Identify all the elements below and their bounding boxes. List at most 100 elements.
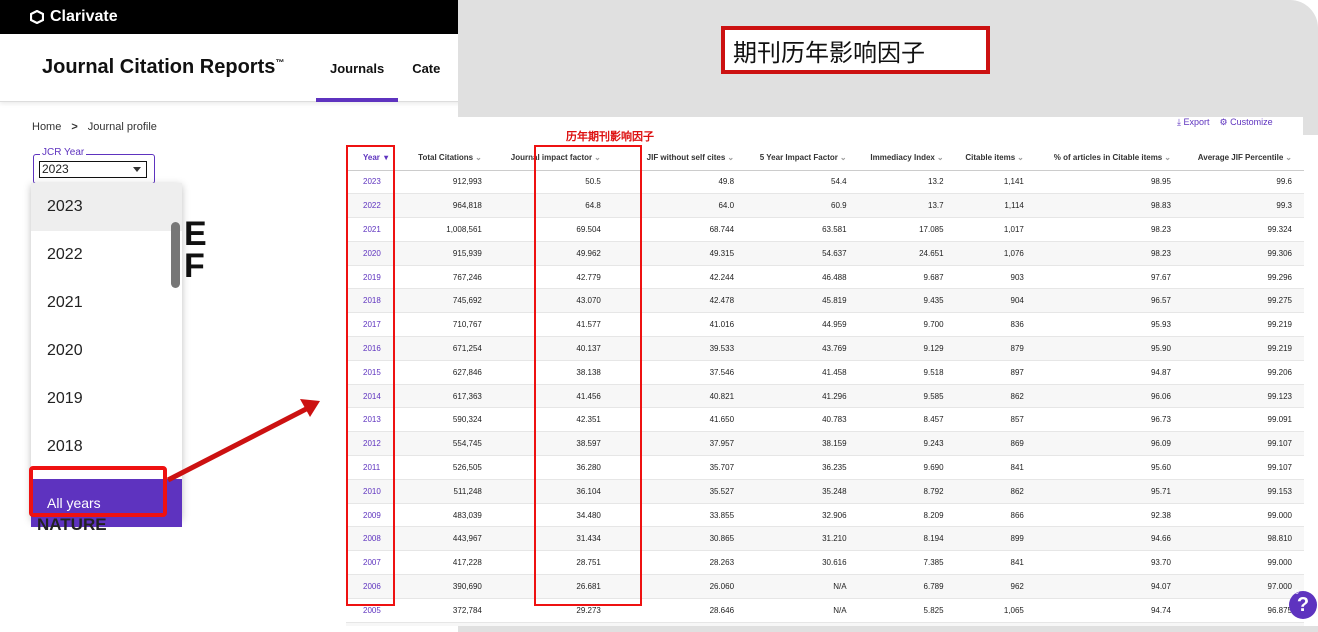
nav-journals[interactable]: Journals (316, 34, 399, 102)
table-cell: 99.3 (1182, 193, 1304, 219)
table-cell: 841 (955, 550, 1036, 576)
table-cell: 60.9 (746, 193, 859, 219)
table-cell: 94.66 (1035, 526, 1183, 552)
table-row: 2011 526,505 36.280 35.707 36.235 9.690 841 95.… (346, 455, 1304, 480)
table-cell: 9.243 (858, 431, 956, 457)
nav-categories[interactable]: Cate (398, 34, 454, 102)
table-cell: 9.435 (858, 288, 956, 314)
table-row: 2023 912,993 50.5 49.8 54.4 13.2 1,141 98.95 99.… (346, 170, 1304, 195)
table-cell: 95.90 (1035, 336, 1183, 361)
table-cell: 99.219 (1182, 336, 1304, 361)
jcr-year-select[interactable]: JCR Year 2023 (33, 147, 155, 184)
col-header-5yr-jif[interactable]: 5 Year Impact Factor ⌄ (746, 145, 859, 171)
col-header-avg-jif-pct[interactable]: Average JIF Percentile ⌄ (1182, 145, 1304, 171)
callout-title: 期刊历年影响因子 (721, 26, 990, 74)
table-cell: N/A (746, 622, 859, 626)
selected-year: 2023 (42, 162, 69, 176)
dropdown-scrollbar[interactable] (171, 222, 180, 288)
table-cell: 745,692 (407, 288, 494, 314)
red-arrow-icon (166, 399, 320, 483)
table-cell: 98.95 (1035, 170, 1183, 195)
table-cell: 836 (955, 312, 1036, 338)
col-header-total-citations[interactable]: Total Citations ⌄ (407, 145, 494, 171)
table-cell: 7.385 (858, 550, 956, 576)
brand-name: Clarivate (50, 8, 118, 25)
column-annotation: 历年期刊影响因子 (566, 131, 654, 143)
table-cell: 5.825 (858, 598, 956, 623)
table-cell: N/A (746, 598, 859, 623)
table-row: 2004363,37432.18231.535N/A6.08987897.619… (346, 622, 1304, 626)
jcr-year-value[interactable]: 2023 (39, 161, 147, 178)
table-cell: 39.533 (632, 336, 747, 361)
table-cell: 879 (955, 336, 1036, 361)
table-cell: 841 (955, 455, 1036, 480)
table-cell: 99.000 (1182, 503, 1304, 528)
table-cell: 99.153 (1182, 479, 1304, 504)
clarivate-logo-icon (30, 10, 44, 24)
table-row: 2005 372,784 29.273 28.646 N/A 5.825 1,065 94.7… (346, 598, 1304, 623)
table-cell: 6.089 (858, 622, 956, 626)
table-row: 2008 443,967 31.434 30.865 31.210 8.194 899 94.… (346, 526, 1304, 552)
table-cell: 96.09 (1035, 431, 1183, 457)
table-row: 2018 745,692 43.070 42.478 45.819 9.435 904 96.… (346, 288, 1304, 314)
help-badge-count: 16 (1291, 589, 1299, 596)
table-cell: 41.650 (632, 407, 747, 433)
col-header-jif-no-self[interactable]: JIF without self cites ⌄ (632, 145, 747, 171)
help-icon[interactable]: 16 ? (1289, 589, 1317, 619)
chevron-down-icon (133, 167, 141, 172)
table-cell: 38.159 (746, 431, 859, 457)
table-header-row: Year ▾ Total Citations ⌄ Journal impact f… (346, 145, 1304, 171)
table-cell: 98.810 (1182, 526, 1304, 552)
table-row: 2015 627,846 38.138 37.546 41.458 9.518 897 94.… (346, 360, 1304, 385)
table-cell: 98.23 (1035, 241, 1183, 266)
table-cell: 37.957 (632, 431, 747, 457)
table-cell: 94.74 (1035, 598, 1183, 623)
table-cell: 8.792 (858, 479, 956, 504)
table-cell: 443,967 (407, 526, 494, 552)
year-option[interactable]: 2023 (31, 183, 182, 231)
table-cell: 904 (955, 288, 1036, 314)
col-header-citable-items[interactable]: Citable items ⌄ (955, 145, 1036, 171)
table-cell: 1,141 (955, 170, 1036, 195)
table-row: 2006 390,690 26.681 26.060 N/A 6.789 962 94.07 9… (346, 574, 1304, 599)
year-link[interactable]: 2004 (346, 622, 408, 626)
help-label: ? (1296, 593, 1310, 616)
table-cell: 93.70 (1035, 550, 1183, 576)
year-option[interactable]: 2022 (31, 231, 182, 279)
table-toolbar (350, 117, 1303, 135)
table-cell: 37.546 (632, 360, 747, 385)
col-header-immediacy[interactable]: Immediacy Index ⌄ (858, 145, 956, 171)
table-cell: 17.085 (858, 217, 956, 242)
col-header-pct-articles[interactable]: % of articles in Citable items ⌄ (1035, 145, 1183, 171)
table-cell: 32.182 (493, 622, 633, 626)
year-option[interactable]: 2020 (31, 327, 182, 375)
table-cell: 857 (955, 407, 1036, 433)
table-cell: 64.0 (632, 193, 747, 219)
table-cell: 41.458 (746, 360, 859, 385)
table-cell: 8.457 (858, 407, 956, 433)
table-cell: 13.7 (858, 193, 956, 219)
table-cell: 98.889 (1182, 622, 1304, 626)
year-option[interactable]: 2021 (31, 279, 182, 327)
breadcrumb-home[interactable]: Home (32, 121, 61, 133)
table-cell: 31.210 (746, 526, 859, 552)
table-cell: 9.518 (858, 360, 956, 385)
table-cell: 95.71 (1035, 479, 1183, 504)
table-cell: 99.296 (1182, 265, 1304, 290)
export-button[interactable]: ⤓ Export (1177, 117, 1210, 128)
journal-title-fragment: EF (184, 215, 207, 285)
table-cell: 9.690 (858, 455, 956, 480)
table-cell: 30.865 (632, 526, 747, 552)
table-cell: 41.296 (746, 384, 859, 409)
table-cell: 526,505 (407, 455, 494, 480)
app-title[interactable]: Journal Citation Reports™ (42, 56, 284, 79)
table-cell: 1,017 (955, 217, 1036, 242)
breadcrumb: Home > Journal profile (32, 121, 157, 133)
table-cell: 903 (955, 265, 1036, 290)
table-cell: 99.123 (1182, 384, 1304, 409)
jif-history-table: Year ▾ Total Citations ⌄ Journal impact f… (346, 145, 1304, 626)
customize-button[interactable]: ⚙ Customize (1220, 117, 1273, 128)
export-label: Export (1183, 117, 1210, 127)
table-cell: 372,784 (407, 598, 494, 623)
table-row: 2007 417,228 28.751 28.263 30.616 7.385 841 93.… (346, 550, 1304, 576)
